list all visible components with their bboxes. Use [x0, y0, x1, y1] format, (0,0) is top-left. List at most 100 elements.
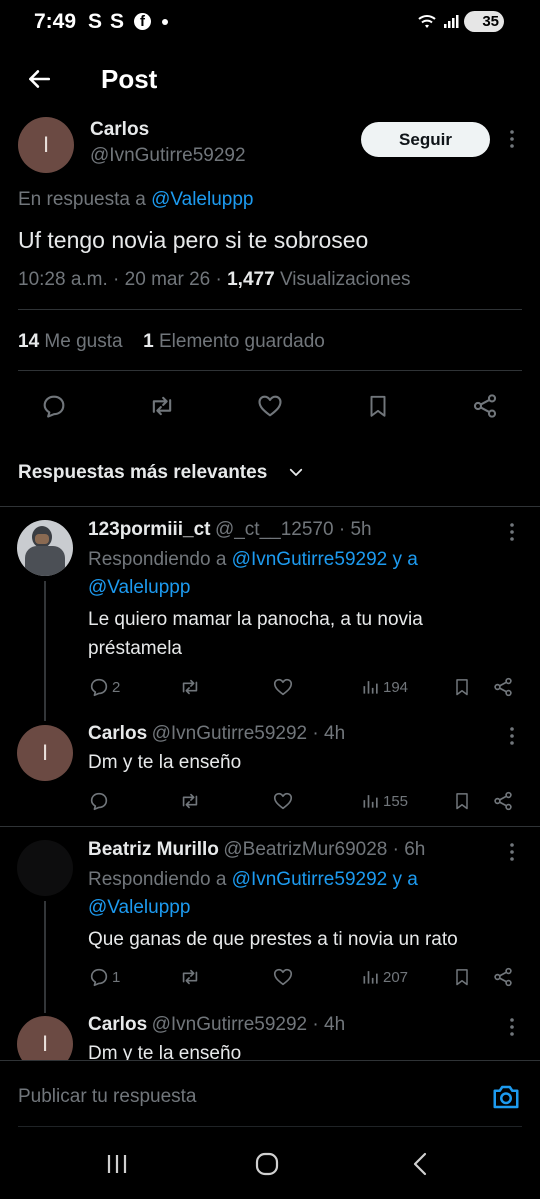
reply-context-mention[interactable]: @Valeluppp: [151, 189, 253, 210]
facebook-icon: f: [134, 13, 151, 30]
views-count: 1,477: [227, 269, 275, 290]
post-meta: 10:28 a.m. · 20 mar 26 · 1,477 Visualiza…: [18, 269, 411, 290]
views-chart-icon: [363, 971, 378, 984]
saves-count: 1: [143, 331, 154, 352]
reply-partial: I Carlos @IvnGutirre59292 · 4h Dm y te l…: [0, 1010, 540, 1060]
app-header: Post: [0, 52, 540, 110]
avatar[interactable]: I: [17, 1016, 73, 1060]
reply-context-mention[interactable]: @Valeluppp: [88, 897, 190, 919]
back-arrow-icon[interactable]: [26, 66, 52, 92]
repost-icon[interactable]: [147, 392, 177, 420]
bookmark-icon[interactable]: [452, 966, 472, 988]
notification-s-icon: S: [88, 10, 103, 33]
views-button[interactable]: 155: [361, 790, 408, 812]
reply-text: Le quiero mamar la panocha, a tu novia: [88, 609, 423, 630]
more-options-icon[interactable]: [502, 842, 522, 862]
avatar[interactable]: [17, 840, 73, 896]
views-chart-icon: [363, 681, 378, 694]
reply-time: 6h: [404, 839, 426, 860]
more-notifications-dot-icon: [162, 19, 168, 25]
reply-icon[interactable]: [88, 790, 110, 812]
reply-time: 4h: [324, 1014, 346, 1035]
bookmark-icon[interactable]: [452, 790, 472, 812]
post-author-name[interactable]: Carlos: [90, 119, 149, 141]
post-text: Uf tengo novia pero si te sobroseo: [18, 227, 369, 253]
notification-s-icon: S: [110, 10, 125, 33]
share-icon[interactable]: [492, 790, 514, 812]
back-nav-icon[interactable]: [408, 1151, 432, 1177]
bookmark-icon[interactable]: [452, 676, 472, 698]
battery-icon: 35: [464, 11, 504, 32]
avatar-letter: I: [41, 740, 49, 765]
repost-icon[interactable]: [178, 966, 202, 988]
reply-context-prefix: Respondiendo a: [88, 869, 227, 890]
like-heart-icon[interactable]: [256, 392, 284, 420]
bookmark-icon[interactable]: [365, 392, 391, 420]
views-button[interactable]: 194: [361, 676, 408, 698]
camera-icon[interactable]: [491, 1083, 521, 1111]
reply-composer-input[interactable]: Publicar tu respuesta: [18, 1086, 197, 1108]
reply-author-name[interactable]: 123pormiii_ct: [88, 519, 211, 540]
like-heart-icon[interactable]: [272, 966, 294, 988]
reply-context: Respondiendo a @IvnGutirre59292 y a: [88, 549, 418, 571]
reply-icon: [90, 968, 108, 987]
post-author-handle[interactable]: @IvnGutirre59292: [90, 145, 246, 167]
divider: [18, 370, 522, 371]
reply-text: préstamela: [88, 638, 182, 659]
reply-icon: [90, 678, 108, 697]
reply-count: 2: [112, 678, 121, 696]
share-icon[interactable]: [492, 676, 514, 698]
avatar[interactable]: I: [18, 117, 74, 173]
reply-header: Beatriz Murillo @BeatrizMur69028 · 6h: [88, 839, 426, 860]
post-time: 10:28 a.m.: [18, 269, 108, 290]
recent-apps-icon[interactable]: [104, 1152, 130, 1176]
reply-text: Dm y te la enseño: [88, 1043, 242, 1060]
reply-header: Carlos @IvnGutirre59292 · 4h: [88, 723, 346, 744]
repost-icon[interactable]: [178, 790, 202, 812]
reply-context-mention[interactable]: @Valeluppp: [88, 577, 190, 599]
reply-text: Dm y te la enseño: [88, 752, 242, 773]
like-heart-icon[interactable]: [272, 676, 294, 698]
reply-context: En respuesta a @Valeluppp: [18, 189, 254, 211]
divider: [18, 1126, 522, 1127]
reply-icon[interactable]: [40, 392, 68, 420]
reply-author-handle[interactable]: @IvnGutirre59292: [152, 1014, 308, 1035]
status-time: 7:49: [34, 10, 77, 33]
avatar[interactable]: [17, 520, 73, 576]
repost-icon[interactable]: [178, 676, 202, 698]
reply-context-prefix: Respondiendo a: [88, 549, 227, 570]
reply-author-name[interactable]: Carlos: [88, 1014, 147, 1035]
reply-author-handle[interactable]: @BeatrizMur69028: [223, 839, 387, 860]
more-options-icon[interactable]: [502, 726, 522, 746]
reply-context-mention[interactable]: @IvnGutirre59292 y a: [232, 869, 418, 890]
reply-button[interactable]: 2: [88, 676, 120, 698]
share-icon[interactable]: [492, 966, 514, 988]
views-button[interactable]: 207: [361, 966, 408, 988]
chevron-down-icon[interactable]: [287, 463, 305, 481]
reply-context-mention[interactable]: @IvnGutirre59292 y a: [232, 549, 418, 570]
replies-sort-label[interactable]: Respuestas más relevantes: [18, 462, 267, 484]
page-title: Post: [101, 64, 158, 94]
reply-author-handle[interactable]: @IvnGutirre59292: [152, 723, 308, 744]
reply-author-name[interactable]: Beatriz Murillo: [88, 839, 219, 860]
more-options-icon[interactable]: [502, 522, 522, 542]
more-options-icon[interactable]: [502, 129, 522, 149]
follow-button[interactable]: Seguir: [361, 122, 490, 157]
avatar-letter: I: [42, 132, 50, 157]
reply-context: Respondiendo a @IvnGutirre59292 y a: [88, 869, 418, 891]
reply-button[interactable]: 1: [88, 966, 120, 988]
likes-label[interactable]: Me gusta: [44, 331, 122, 352]
divider: [0, 826, 540, 827]
saves-label[interactable]: Elemento guardado: [159, 331, 325, 352]
reply-author-name[interactable]: Carlos: [88, 723, 147, 744]
reply-header: 123pormiii_ct @_ct__12570 · 5h: [88, 519, 372, 540]
more-options-icon[interactable]: [502, 1017, 522, 1037]
views-chart-icon: [363, 795, 378, 808]
avatar[interactable]: I: [17, 725, 73, 781]
reply-context-prefix: En respuesta a: [18, 189, 146, 210]
home-icon[interactable]: [254, 1151, 280, 1177]
post-date: 20 mar 26: [124, 269, 211, 290]
reply-author-handle[interactable]: @_ct__12570: [215, 519, 334, 540]
like-heart-icon[interactable]: [272, 790, 294, 812]
share-icon[interactable]: [471, 392, 499, 420]
